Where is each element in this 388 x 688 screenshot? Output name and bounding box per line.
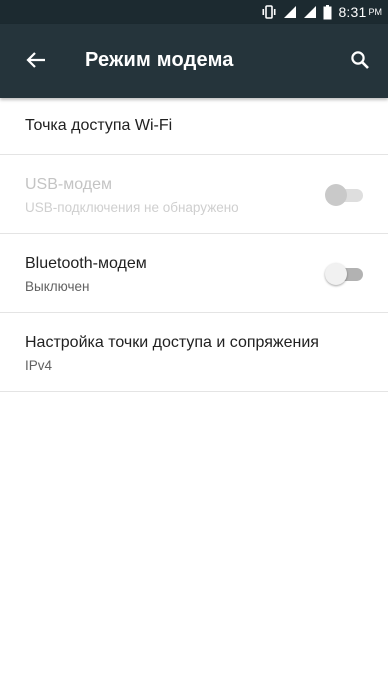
status-time: 8:31 (338, 4, 367, 20)
setting-hotspot-config[interactable]: Настройка точки доступа и сопряжения IPv… (0, 313, 388, 392)
bluetooth-tethering-toggle[interactable] (325, 262, 365, 286)
battery-icon (323, 4, 332, 20)
back-button[interactable] (22, 48, 50, 76)
setting-summary: Выключен (25, 279, 90, 294)
setting-usb-tethering: USB-модем USB-подключения не обнаружено (0, 155, 388, 234)
setting-title: USB-модем (25, 176, 113, 193)
page-title: Режим модема (85, 49, 234, 71)
arrow-left-icon (26, 51, 46, 74)
setting-summary: IPv4 (25, 358, 53, 373)
setting-summary: USB-подключения не обнаружено (25, 200, 239, 215)
status-bar: 8:31 PM (0, 0, 388, 24)
search-icon (350, 50, 370, 75)
setting-title: Точка доступа Wi-Fi (25, 117, 173, 134)
setting-title: Настройка точки доступа и сопряжения (25, 334, 319, 351)
toggle-thumb (325, 184, 347, 206)
signal-icon (283, 5, 297, 19)
signal-icon (303, 5, 317, 19)
status-ampm: PM (368, 7, 383, 17)
setting-bluetooth-tethering[interactable]: Bluetooth-модем Выключен (0, 234, 388, 313)
search-button[interactable] (346, 48, 374, 76)
settings-list: Точка доступа Wi-Fi USB-модем USB-подклю… (0, 98, 388, 392)
setting-wifi-hotspot[interactable]: Точка доступа Wi-Fi (0, 98, 388, 155)
app-bar: Режим модема (0, 24, 388, 98)
toggle-thumb (325, 263, 347, 285)
usb-tethering-toggle (325, 183, 365, 207)
vibrate-icon (261, 5, 277, 19)
setting-title: Bluetooth-модем (25, 255, 147, 272)
